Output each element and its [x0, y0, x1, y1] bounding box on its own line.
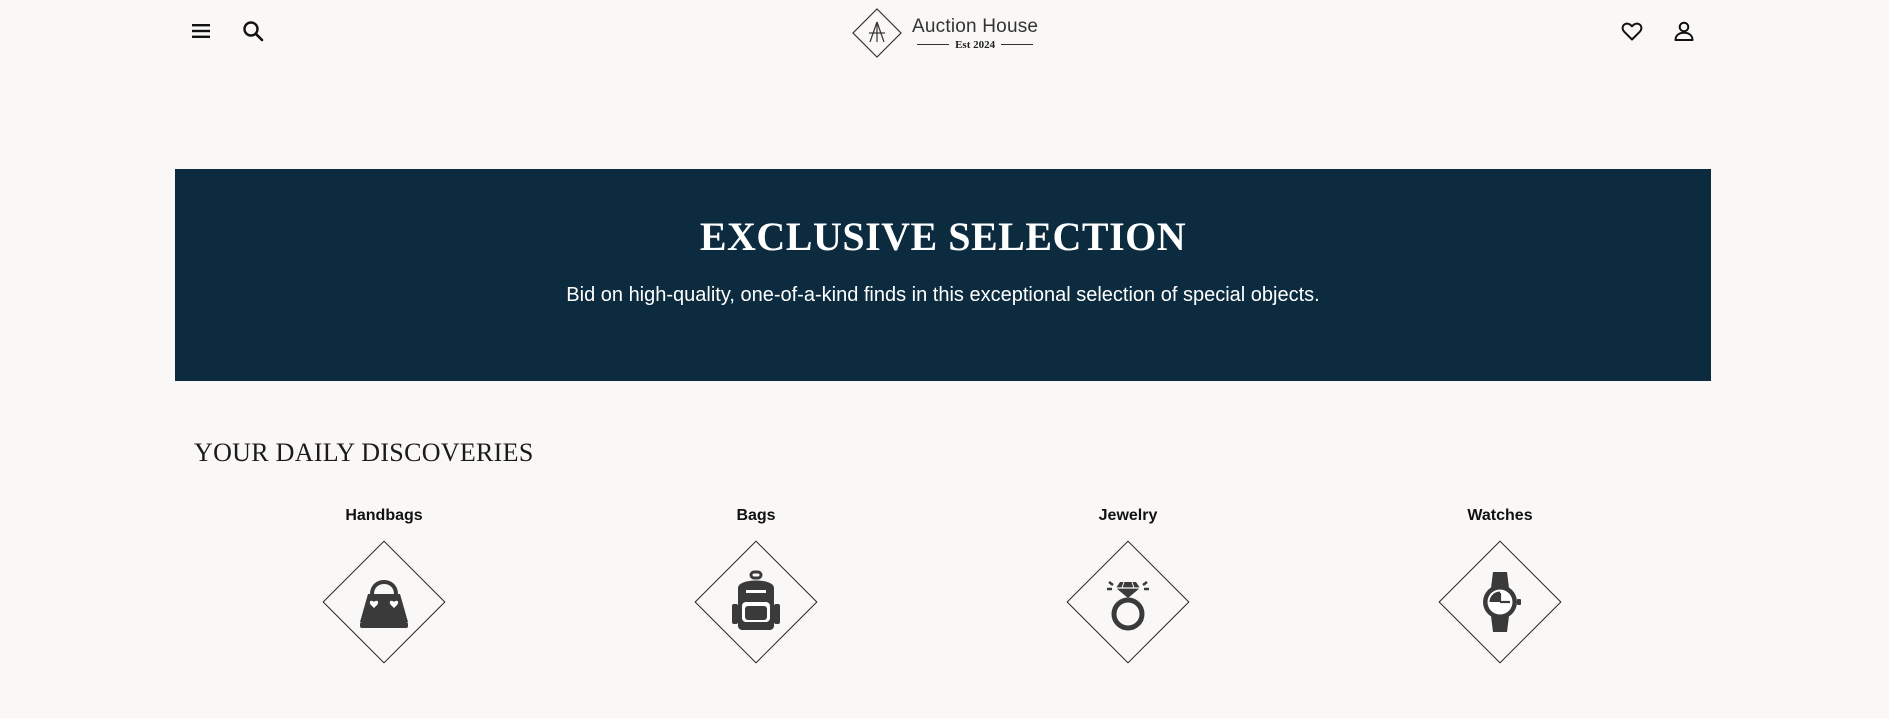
category-label: Handbags	[345, 507, 423, 524]
menu-button[interactable]	[187, 17, 215, 45]
heart-icon	[1621, 22, 1643, 41]
logo-monogram-icon	[852, 8, 902, 58]
daily-discoveries-title: YOUR DAILY DISCOVERIES	[194, 438, 534, 467]
hero-banner: EXCLUSIVE SELECTION Bid on high-quality,…	[175, 169, 1711, 381]
wishlist-button[interactable]	[1618, 17, 1646, 45]
account-button[interactable]	[1670, 17, 1698, 45]
site-header: Auction House Est 2024	[0, 0, 1889, 64]
category-label: Watches	[1467, 507, 1533, 524]
ring-icon	[1066, 540, 1190, 664]
logo-text: Auction House Est 2024	[912, 16, 1038, 51]
category-label: Jewelry	[1098, 507, 1158, 524]
site-logo[interactable]: Auction House Est 2024	[848, 4, 1038, 62]
logo-rule-left	[917, 44, 950, 45]
logo-name: Auction House	[912, 15, 1039, 37]
hamburger-menu-icon	[192, 24, 210, 38]
user-icon	[1674, 21, 1694, 41]
logo-established: Est 2024	[955, 38, 996, 51]
handbag-icon	[322, 540, 446, 664]
category-label: Bags	[736, 507, 776, 524]
backpack-icon	[694, 540, 818, 664]
hero-subtitle: Bid on high-quality, one-of-a-kind finds…	[566, 284, 1320, 306]
search-icon	[243, 21, 264, 42]
category-jewelry[interactable]: Jewelry	[1048, 506, 1208, 666]
watch-icon	[1438, 540, 1562, 664]
category-bags[interactable]: Bags	[676, 506, 836, 666]
logo-rule-right	[1001, 44, 1034, 45]
search-button[interactable]	[239, 17, 267, 45]
category-handbags[interactable]: Handbags	[304, 506, 464, 666]
category-watches[interactable]: Watches	[1420, 506, 1580, 666]
hero-title: EXCLUSIVE SELECTION	[699, 214, 1187, 259]
logo-established-row: Est 2024	[917, 38, 1034, 51]
